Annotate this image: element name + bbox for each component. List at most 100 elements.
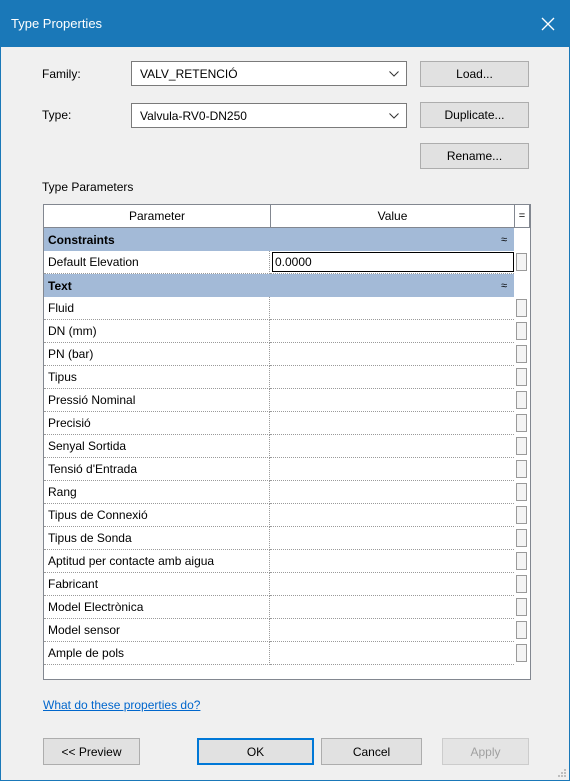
apply-button[interactable]: Apply (442, 738, 529, 765)
duplicate-button[interactable]: Duplicate... (420, 102, 529, 128)
param-name: Tipus de Connexió (44, 504, 270, 527)
text-params-list: Fluid DN (mm) PN (bar) Tipus Pressió Nominal… (44, 297, 527, 665)
param-value[interactable] (270, 596, 514, 619)
param-value[interactable] (270, 389, 514, 412)
collapse-icon[interactable]: ≈ (494, 280, 514, 292)
param-toggle-box[interactable] (516, 322, 527, 340)
family-label: Family: (42, 67, 81, 81)
group-label: Constraints (48, 232, 115, 247)
param-value[interactable] (270, 320, 514, 343)
param-row[interactable]: Tipus de Connexió (44, 504, 527, 527)
param-toggle-box[interactable] (516, 253, 527, 271)
window-title: Type Properties (11, 16, 103, 31)
param-name: PN (bar) (44, 343, 270, 366)
param-toggle-box[interactable] (516, 299, 527, 317)
param-value[interactable] (270, 343, 514, 366)
title-bar: Type Properties (1, 0, 569, 47)
param-row[interactable]: Fabricant (44, 573, 527, 596)
param-name: Model sensor (44, 619, 270, 642)
family-dropdown[interactable]: VALV_RETENCIÓ (131, 61, 407, 86)
header-value[interactable]: Value (271, 205, 515, 227)
param-toggle-box[interactable] (516, 391, 527, 409)
param-value[interactable] (270, 642, 514, 665)
param-value[interactable] (270, 297, 514, 320)
param-name: Tensió d'Entrada (44, 458, 270, 481)
param-row[interactable]: Aptitud per contacte amb aigua (44, 550, 527, 573)
param-toggle-box[interactable] (516, 644, 527, 662)
type-label: Type: (42, 108, 72, 122)
param-row[interactable]: Tipus (44, 366, 527, 389)
param-toggle-box[interactable] (516, 552, 527, 570)
param-name: Tipus de Sonda (44, 527, 270, 550)
param-name: Model Electrònica (44, 596, 270, 619)
rename-button[interactable]: Rename... (420, 143, 529, 169)
param-row-default-elevation[interactable]: Default Elevation 0.0000 (44, 251, 527, 274)
param-name: Fabricant (44, 573, 270, 596)
grid-rows: Constraints ≈ Default Elevation 0.0000 T… (44, 228, 527, 665)
param-name: Precisió (44, 412, 270, 435)
param-row[interactable]: Pressió Nominal (44, 389, 527, 412)
param-value[interactable] (270, 573, 514, 596)
param-name: Ample de pols (44, 642, 270, 665)
param-toggle-box[interactable] (516, 506, 527, 524)
param-value[interactable] (270, 458, 514, 481)
header-parameter[interactable]: Parameter (44, 205, 271, 227)
close-icon (541, 17, 555, 30)
param-row[interactable]: Senyal Sortida (44, 435, 527, 458)
default-elevation-input[interactable]: 0.0000 (272, 252, 514, 272)
param-toggle-box[interactable] (516, 368, 527, 386)
param-value[interactable] (270, 366, 514, 389)
group-text[interactable]: Text ≈ (44, 274, 514, 297)
help-link[interactable]: What do these properties do? (43, 698, 200, 712)
param-toggle-box[interactable] (516, 437, 527, 455)
param-toggle-box[interactable] (516, 529, 527, 547)
chevron-down-icon (382, 112, 406, 119)
param-name: Rang (44, 481, 270, 504)
param-toggle-box[interactable] (516, 414, 527, 432)
param-value[interactable] (270, 619, 514, 642)
param-row[interactable]: Fluid (44, 297, 527, 320)
param-row[interactable]: Ample de pols (44, 642, 527, 665)
param-value[interactable] (270, 435, 514, 458)
load-button[interactable]: Load... (420, 61, 529, 87)
param-row[interactable]: DN (mm) (44, 320, 527, 343)
ok-button[interactable]: OK (197, 738, 314, 765)
param-name: Fluid (44, 297, 270, 320)
param-toggle-box[interactable] (516, 598, 527, 616)
param-name: Aptitud per contacte amb aigua (44, 550, 270, 573)
resize-grip-icon[interactable] (557, 768, 567, 778)
param-toggle-box[interactable] (516, 460, 527, 478)
param-row[interactable]: Tensió d'Entrada (44, 458, 527, 481)
preview-button[interactable]: << Preview (43, 738, 140, 765)
group-constraints[interactable]: Constraints ≈ (44, 228, 514, 251)
param-value[interactable]: 0.0000 (270, 251, 514, 274)
group-label: Text (48, 278, 72, 293)
param-toggle-box[interactable] (516, 345, 527, 363)
param-name: Default Elevation (44, 251, 270, 274)
type-value: Valvula-RV0-DN250 (140, 108, 247, 123)
param-name: Tipus (44, 366, 270, 389)
type-properties-dialog: Type Properties Family: VALV_RETENCIÓ Lo… (0, 0, 570, 781)
close-button[interactable] (527, 0, 569, 47)
param-row[interactable]: Model sensor (44, 619, 527, 642)
type-parameters-grid: Parameter Value = Constraints ≈ Default … (43, 204, 531, 680)
param-value[interactable] (270, 550, 514, 573)
param-name: DN (mm) (44, 320, 270, 343)
param-row[interactable]: PN (bar) (44, 343, 527, 366)
cancel-button[interactable]: Cancel (321, 738, 422, 765)
param-toggle-box[interactable] (516, 575, 527, 593)
param-value[interactable] (270, 527, 514, 550)
param-value[interactable] (270, 412, 514, 435)
param-row[interactable]: Precisió (44, 412, 527, 435)
param-row[interactable]: Tipus de Sonda (44, 527, 527, 550)
param-value[interactable] (270, 504, 514, 527)
type-parameters-label: Type Parameters (42, 180, 134, 194)
param-row[interactable]: Rang (44, 481, 527, 504)
type-dropdown[interactable]: Valvula-RV0-DN250 (131, 103, 407, 128)
param-toggle-box[interactable] (516, 483, 527, 501)
param-value[interactable] (270, 481, 514, 504)
param-row[interactable]: Model Electrònica (44, 596, 527, 619)
collapse-icon[interactable]: ≈ (494, 234, 514, 246)
param-toggle-box[interactable] (516, 621, 527, 639)
header-toggle[interactable]: = (515, 205, 530, 227)
